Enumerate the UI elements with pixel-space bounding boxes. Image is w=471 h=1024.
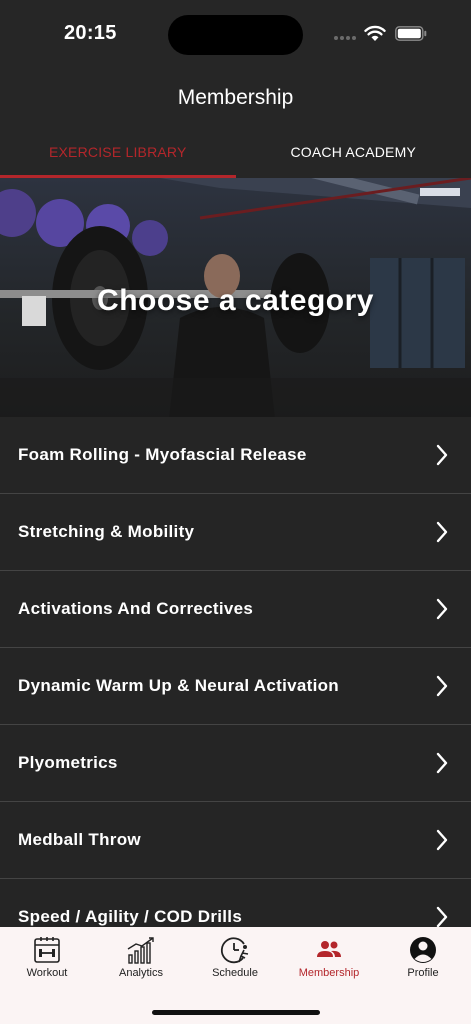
calendar-dumbbell-icon	[34, 937, 60, 963]
nav-workout[interactable]: Workout	[0, 935, 94, 979]
chevron-right-icon	[436, 906, 448, 927]
category-label: Stretching & Mobility	[18, 522, 195, 541]
tab-coach-academy[interactable]: COACH ACADEMY	[236, 126, 471, 178]
tab-exercise-library[interactable]: EXERCISE LIBRARY	[0, 126, 236, 178]
status-time: 20:15	[64, 22, 117, 44]
hero-banner: Choose a category	[0, 178, 471, 428]
dynamic-island	[168, 15, 303, 55]
nav-label: Analytics	[118, 967, 164, 979]
nav-label: Membership	[298, 967, 360, 979]
category-label: Plyometrics	[18, 753, 118, 772]
wifi-icon	[364, 25, 386, 41]
clock-runner-icon	[220, 937, 249, 964]
home-indicator	[152, 1010, 320, 1015]
nav-profile[interactable]: Profile	[376, 935, 470, 979]
category-label: Dynamic Warm Up & Neural Activation	[18, 676, 339, 695]
cellular-signal-icon	[334, 36, 356, 40]
bar-chart-icon	[127, 937, 154, 964]
category-item-speed-agility[interactable]: Speed / Agility / COD Drills	[0, 879, 471, 927]
page-title: Membership	[177, 86, 294, 109]
category-item-activations-correctives[interactable]: Activations And Correctives	[0, 571, 471, 648]
chevron-right-icon	[436, 521, 448, 543]
category-item-foam-rolling[interactable]: Foam Rolling - Myofascial Release	[0, 417, 471, 494]
category-label: Foam Rolling - Myofascial Release	[18, 445, 307, 464]
nav-membership[interactable]: Membership	[282, 935, 376, 979]
category-label: Speed / Agility / COD Drills	[18, 907, 243, 926]
chevron-right-icon	[436, 829, 448, 851]
category-label: Medball Throw	[18, 830, 141, 849]
category-item-stretching-mobility[interactable]: Stretching & Mobility	[0, 494, 471, 571]
nav-label: Workout	[26, 967, 68, 979]
nav-label: Profile	[407, 967, 439, 979]
chevron-right-icon	[436, 598, 448, 620]
chevron-right-icon	[436, 675, 448, 697]
category-item-medball-throw[interactable]: Medball Throw	[0, 802, 471, 879]
nav-schedule[interactable]: Schedule	[188, 935, 282, 979]
category-list: Foam Rolling - Myofascial Release Stretc…	[0, 417, 471, 927]
nav-analytics[interactable]: Analytics	[94, 935, 188, 979]
chevron-right-icon	[436, 752, 448, 774]
hero-title: Choose a category	[97, 284, 374, 317]
category-item-plyometrics[interactable]: Plyometrics	[0, 725, 471, 802]
profile-icon	[410, 937, 436, 963]
tab-bar: EXERCISE LIBRARY COACH ACADEMY	[0, 126, 471, 178]
category-item-dynamic-warm-up[interactable]: Dynamic Warm Up & Neural Activation	[0, 648, 471, 725]
battery-icon	[395, 26, 427, 41]
status-bar: 20:15	[0, 0, 471, 70]
category-label: Activations And Correctives	[18, 599, 254, 618]
header: Membership	[0, 70, 471, 126]
nav-label: Schedule	[212, 967, 258, 979]
chevron-right-icon	[436, 444, 448, 466]
group-icon	[317, 941, 341, 957]
